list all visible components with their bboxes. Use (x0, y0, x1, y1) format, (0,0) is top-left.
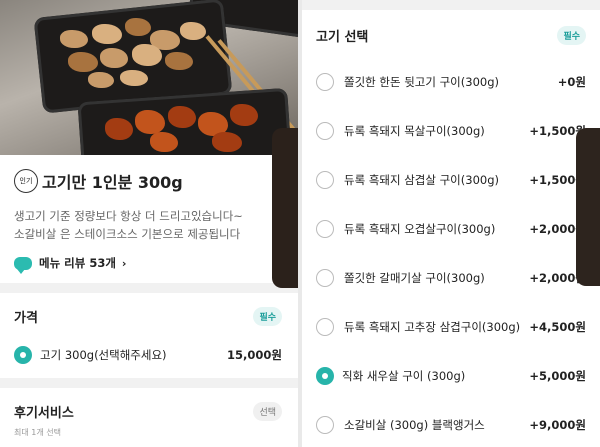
option-label: 쫄깃한 갈매기살 구이(300g) (344, 270, 485, 285)
required-badge: 필수 (557, 26, 586, 45)
meat-option[interactable]: 듀록 흑돼지 오겹살구이(300g) +2,000원 (302, 204, 600, 253)
description-line: 생고기 기준 정량보다 항상 더 드리고있습니다~ (14, 209, 243, 223)
section-title: 고기 선택 (316, 30, 369, 45)
meat-option[interactable]: 쫄깃한 갈매기살 구이(300g) +2,000원 (302, 253, 600, 302)
section-subtitle: 최대 1개 선택 (14, 428, 61, 437)
meat-selection-panel: 고기 선택 필수 쫄깃한 한돈 뒷고기 구이(300g) +0원 듀록 흑돼지 … (302, 0, 600, 447)
menu-detail-panel: 인기 고기만 1인분 300g 생고기 기준 정량보다 항상 더 드리고있습니다~… (0, 0, 298, 447)
description-line: 소갈비살 은 스테이크소스 기본으로 제공됩니다 (14, 227, 241, 241)
menu-photo (0, 0, 298, 155)
menu-review-link[interactable]: 메뉴 리뷰 53개 › (14, 255, 282, 274)
next-card-peek (272, 128, 298, 288)
radio-unselected[interactable] (316, 121, 334, 140)
next-card-peek (576, 128, 600, 286)
meat-option-list: 쫄깃한 한돈 뒷고기 구이(300g) +0원 듀록 흑돼지 목살구이(300g… (302, 57, 600, 447)
option-price: 15,000원 (227, 348, 282, 362)
radio-unselected[interactable] (316, 170, 334, 189)
radio-unselected[interactable] (316, 219, 334, 238)
meat-option[interactable]: 쫄깃한 한돈 뒷고기 구이(300g) +0원 (302, 57, 600, 106)
option-label: 직화 새우살 구이 (300g) (342, 368, 466, 383)
popular-badge: 인기 (14, 169, 38, 193)
divider (0, 283, 298, 293)
chat-bubble-icon (14, 256, 32, 274)
menu-title: 고기만 1인분 300g (42, 173, 183, 192)
price-section: 가격 필수 고기 300g(선택해주세요) 15,000원 (0, 293, 298, 364)
option-label: 듀록 흑돼지 고추장 삼겹구이(300g) (344, 319, 521, 334)
divider (302, 0, 600, 10)
meat-option[interactable]: 듀록 흑돼지 삼겹살 구이(300g) +1,500원 (302, 155, 600, 204)
meat-option[interactable]: 듀록 흑돼지 목살구이(300g) +1,500원 (302, 106, 600, 155)
meat-option[interactable]: 듀록 흑돼지 고추장 삼겹구이(300g) +4,500원 (302, 302, 600, 351)
menu-title-card: 인기 고기만 1인분 300g 생고기 기준 정량보다 항상 더 드리고있습니다~… (0, 155, 298, 274)
option-price: +4,500원 (529, 319, 586, 334)
option-price: +0원 (557, 74, 586, 89)
option-label: 쫄깃한 한돈 뒷고기 구이(300g) (344, 74, 499, 89)
radio-unselected[interactable] (316, 317, 334, 336)
meat-option[interactable]: 소갈비살 (300g) 블랙앵거스 +9,000원 (302, 400, 600, 447)
price-option[interactable]: 고기 300g(선택해주세요) 15,000원 (14, 346, 282, 364)
option-label: 듀록 흑돼지 오겹살구이(300g) (344, 221, 496, 236)
review-label: 메뉴 리뷰 53개 (39, 256, 116, 270)
option-label: 듀록 흑돼지 삼겹살 구이(300g) (344, 172, 499, 187)
meat-option[interactable]: 직화 새우살 구이 (300g) +5,000원 (302, 351, 600, 400)
option-price: +5,000원 (529, 368, 586, 383)
option-label: 듀록 흑돼지 목살구이(300g) (344, 123, 485, 138)
option-price: +9,000원 (529, 417, 586, 432)
radio-selected[interactable] (316, 366, 334, 385)
radio-selected[interactable] (14, 346, 32, 364)
chevron-right-icon: › (121, 256, 127, 270)
radio-unselected[interactable] (316, 268, 334, 287)
optional-badge: 선택 (253, 402, 282, 421)
section-title: 후기서비스 (14, 406, 74, 421)
required-badge: 필수 (253, 307, 282, 326)
review-service-section: 후기서비스 선택 최대 1개 선택 (0, 388, 298, 438)
menu-description: 생고기 기준 정량보다 항상 더 드리고있습니다~ 소갈비살 은 스테이크소스 … (14, 207, 282, 243)
radio-unselected[interactable] (316, 415, 334, 434)
option-label: 소갈비살 (300g) 블랙앵거스 (344, 417, 485, 432)
divider (0, 378, 298, 388)
section-title: 가격 (14, 311, 38, 326)
radio-unselected[interactable] (316, 72, 334, 91)
option-label: 고기 300g(선택해주세요) (40, 348, 167, 362)
